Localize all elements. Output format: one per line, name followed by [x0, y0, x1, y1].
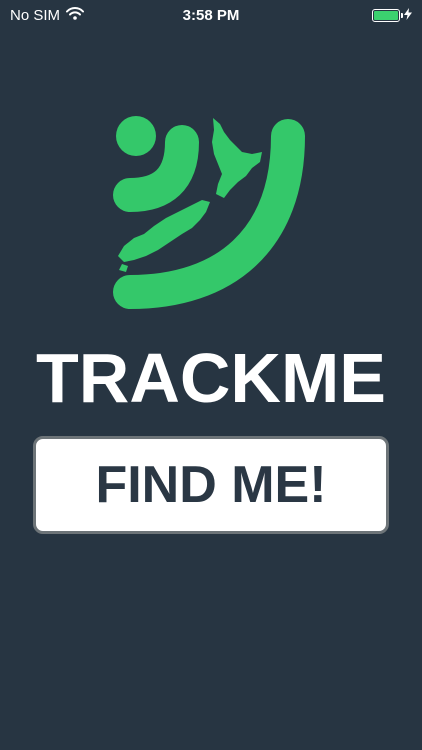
- status-right: [292, 7, 412, 24]
- status-time: 3:58 PM: [182, 6, 240, 24]
- status-left: No SIM: [10, 7, 130, 24]
- wifi-icon: [66, 6, 85, 24]
- carrier-label: No SIM: [10, 6, 61, 24]
- status-bar: No SIM 3:58 PM: [0, 0, 422, 30]
- find-me-button[interactable]: FIND ME!: [33, 436, 389, 534]
- brand-name: TRACKME: [36, 339, 386, 417]
- trackme-logo-icon: [110, 110, 310, 315]
- charging-bolt-icon: [404, 7, 412, 24]
- battery-icon: [372, 8, 403, 22]
